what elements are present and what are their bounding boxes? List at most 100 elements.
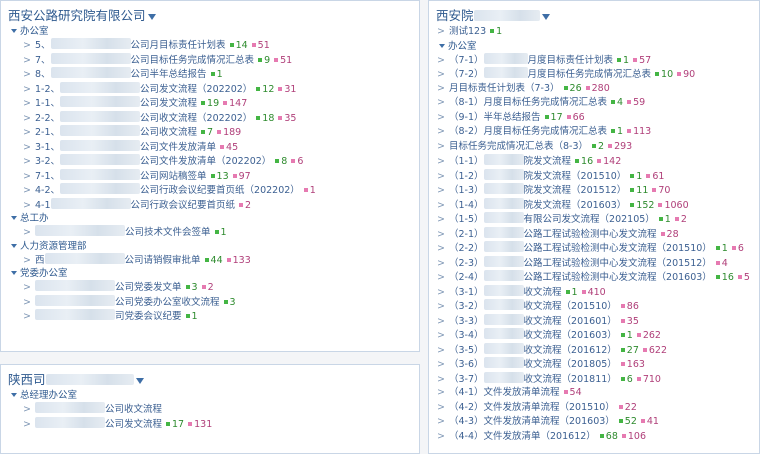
panel-title[interactable]: 西安公路研究院有限公司: [1, 1, 419, 25]
section-header[interactable]: 办公室: [429, 40, 759, 53]
list-item[interactable]: > （1-5） 有限公司发文流程（202105） 1 2: [429, 212, 759, 227]
item-prefix: （2-2）: [449, 243, 484, 254]
section-header[interactable]: 总工办: [1, 212, 419, 225]
list-item[interactable]: > 西 公司请销假审批单 44 133: [1, 252, 419, 268]
total-count-marker: [731, 246, 736, 250]
dropdown-caret-icon[interactable]: [541, 13, 550, 20]
redacted-text: [35, 416, 105, 428]
list-item[interactable]: > 公司党委发文单 3 2: [1, 280, 419, 295]
chevron-right-icon: >: [23, 311, 31, 322]
pending-count: 10: [661, 69, 674, 80]
panel-title[interactable]: 陕西司: [1, 365, 419, 389]
list-item[interactable]: >1-1、 公司发文流程 19 147: [1, 96, 419, 111]
chevron-right-icon: >: [437, 156, 445, 167]
item-prefix: 3-2、: [35, 156, 61, 167]
total-count-marker: [715, 260, 720, 265]
list-item[interactable]: >8、 公司半年总结报告 1: [1, 67, 419, 82]
list-item[interactable]: > （2-4） 公路工程试验检测中心发文流程（201603） 16 5: [429, 270, 759, 285]
list-item[interactable]: >7-1、 公司网站稿签单 13 97: [1, 168, 419, 184]
panel-title[interactable]: 西安院: [429, 1, 759, 25]
list-item[interactable]: > （3-1） 收文流程 1 410: [429, 284, 759, 300]
pending-count: 1: [623, 54, 630, 66]
list-item[interactable]: > 公司发文流程 17 131: [1, 416, 419, 432]
list-item[interactable]: > （3-4） 收文流程（201603） 1 262: [429, 328, 759, 343]
section-header[interactable]: 办公室: [1, 25, 419, 38]
redacted-text: [60, 183, 141, 194]
pending-count-marker: [715, 246, 720, 250]
redacted-text: [483, 313, 524, 325]
list-item[interactable]: > （8-1）月度目标任务完成情况汇总表 4 59: [429, 96, 759, 111]
dropdown-caret-icon[interactable]: [135, 377, 144, 384]
chevron-right-icon: >: [437, 54, 445, 66]
chevron-right-icon: >: [437, 185, 445, 196]
list-item[interactable]: > （1-2） 院发文流程（201510） 1 61: [429, 168, 759, 184]
chevron-right-icon: >: [437, 170, 445, 182]
total-count-marker: [566, 114, 571, 119]
list-item[interactable]: > 月目标责任计划表（7-3） 26 280: [429, 82, 759, 97]
total-count: 622: [648, 344, 668, 356]
chevron-right-icon: >: [23, 156, 31, 167]
collapse-caret-icon[interactable]: [11, 29, 17, 33]
list-item[interactable]: > （3-2） 收文流程（201510） 86: [429, 299, 759, 314]
list-item[interactable]: > （3-5） 收文流程（201612） 27 622: [429, 342, 759, 358]
list-item[interactable]: >2-2、 公司收文流程（202202） 18 35: [1, 110, 419, 126]
list-item[interactable]: > 公司收文流程: [1, 402, 419, 417]
list-item[interactable]: > （8-2）月度目标任务完成情况汇总表 1 113: [429, 125, 759, 140]
pending-count: 14: [235, 40, 248, 51]
section-label: 办公室: [20, 26, 49, 37]
list-item[interactable]: > （4-4）文件发放清单（201612） 68 106: [429, 430, 759, 445]
list-item[interactable]: >3-2、 公司文件发放清单（202202） 8 6: [1, 154, 419, 169]
list-item[interactable]: > （2-2） 公路工程试验检测中心发文流程（201510） 1 6: [429, 241, 759, 256]
collapse-caret-icon[interactable]: [439, 43, 445, 48]
list-item[interactable]: > （3-6） 收文流程（201805） 163: [429, 357, 759, 372]
section-header[interactable]: 党委办公室: [1, 267, 419, 280]
list-item[interactable]: > 测试123 1: [429, 25, 759, 40]
list-item[interactable]: > （2-1） 公路工程试验检测中心发文流程 28: [429, 226, 759, 242]
list-item[interactable]: > （9-1）半年总结报告 17 66: [429, 111, 759, 126]
item-prefix: （8-1）月度目标任务完成情况汇总表: [449, 97, 608, 108]
list-item[interactable]: >7、 公司目标任务完成情况汇总表 9 51: [1, 52, 419, 68]
item-title: 月度目标责任计划表: [527, 54, 614, 66]
list-item[interactable]: > （4-3）文件发放清单流程（201603） 52 41: [429, 415, 759, 430]
collapse-caret-icon[interactable]: [11, 271, 17, 275]
pending-count-marker: [490, 29, 495, 33]
list-item[interactable]: > （1-3） 院发文流程（201512） 11 70: [429, 183, 759, 198]
list-item[interactable]: > 公司技术文件会签单 1: [1, 225, 419, 240]
list-item[interactable]: >5、 公司月目标责任计划表 14 51: [1, 38, 419, 53]
list-item[interactable]: >1-2、 公司发文流程（202202） 12 31: [1, 81, 419, 97]
pending-count: 1: [636, 170, 643, 182]
section-header[interactable]: 总经理办公室: [1, 389, 419, 402]
list-item[interactable]: > 司党委会议纪要 1: [1, 309, 419, 324]
list-item[interactable]: > （3-3） 收文流程（201601） 35: [429, 313, 759, 329]
redacted-text: [483, 154, 524, 165]
chevron-right-icon: >: [437, 344, 445, 356]
item-prefix: （7-2）: [449, 69, 484, 80]
list-item[interactable]: > （2-3） 公路工程试验检测中心发文流程（201512） 4: [429, 255, 759, 271]
list-item[interactable]: > （4-2）文件发放清单流程（201510） 22: [429, 401, 759, 416]
collapse-caret-icon[interactable]: [11, 393, 17, 397]
panel-xian-institute: 西安院 > 测试123 1 办公室 > （7-1） 月度目标责任计划表 1 57 > （7-2） 月度目…: [428, 0, 760, 454]
list-item[interactable]: >2-1、 公司收文流程 7 189: [1, 125, 419, 140]
collapse-caret-icon[interactable]: [11, 243, 17, 248]
list-item[interactable]: > （1-4） 院发文流程（201603） 152 1060: [429, 197, 759, 213]
list-item[interactable]: > 公司党委办公室收文流程 3: [1, 294, 419, 310]
list-item[interactable]: > 目标任务完成情况汇总表（8-3） 2 293: [429, 140, 759, 155]
chevron-right-icon: >: [437, 272, 445, 283]
chevron-right-icon: >: [23, 69, 31, 80]
list-item[interactable]: >4-1 公司行政会议纪要首页纸 2: [1, 197, 419, 213]
list-item[interactable]: > （4-1）文件发放清单流程 54: [429, 386, 759, 401]
item-title: 公司行政会议纪要首页纸: [130, 199, 236, 211]
item-prefix: （3-5）: [449, 344, 484, 356]
list-item[interactable]: > （7-2） 月度目标任务完成情况汇总表 10 90: [429, 67, 759, 82]
list-item[interactable]: > （3-7） 收文流程（201811） 6 710: [429, 371, 759, 387]
dropdown-caret-icon[interactable]: [147, 13, 156, 20]
collapse-caret-icon[interactable]: [11, 216, 17, 220]
list-item[interactable]: > （7-1） 月度目标责任计划表 1 57: [429, 52, 759, 68]
pending-count: 44: [210, 254, 223, 266]
total-count-marker: [636, 333, 641, 337]
section-header[interactable]: 人力资源管理部: [1, 240, 419, 253]
list-item[interactable]: >3-1、 公司文件发放清单 45: [1, 139, 419, 155]
list-item[interactable]: >4-2、 公司行政会议纪要首页纸（202202） 1: [1, 183, 419, 198]
list-item[interactable]: > （1-1） 院发文流程 16 142: [429, 154, 759, 169]
total-count: 31: [284, 83, 297, 95]
